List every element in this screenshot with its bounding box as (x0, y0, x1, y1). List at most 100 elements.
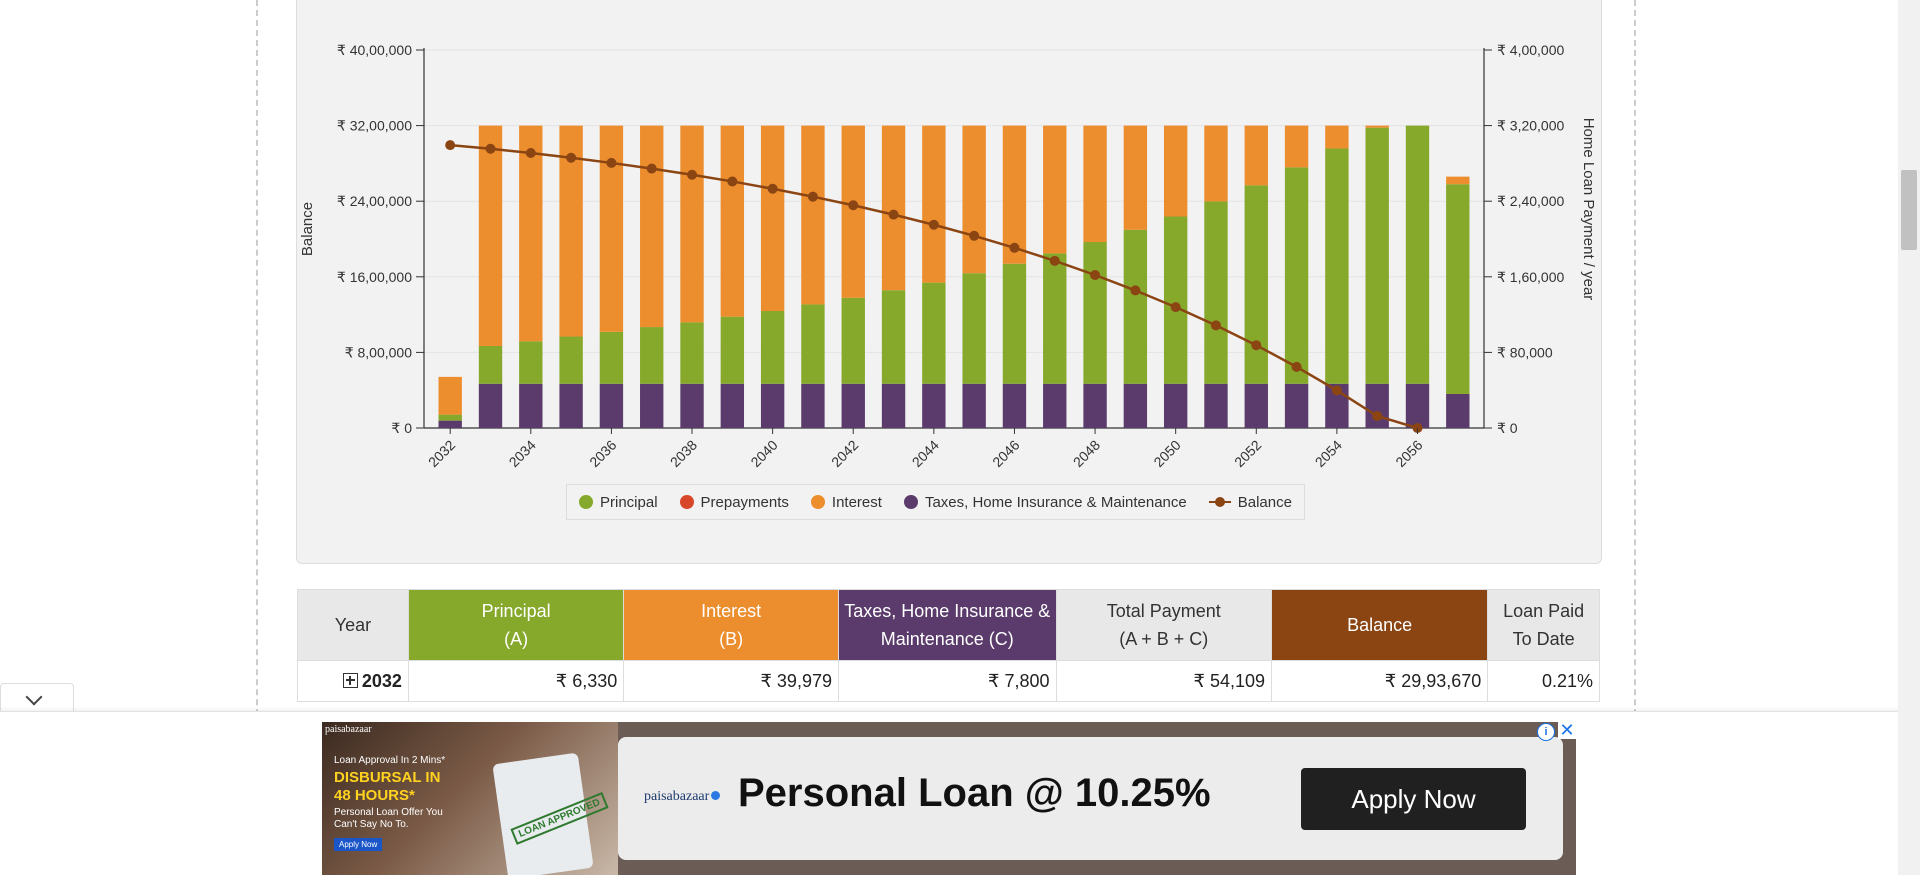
bar-segment (962, 273, 986, 384)
balance-point (566, 152, 577, 163)
bar-segment (680, 125, 704, 323)
x-tick-label: 2040 (747, 437, 780, 470)
balance-point (1251, 340, 1262, 351)
bar-segment (801, 304, 825, 384)
balance-point (767, 183, 778, 194)
right-tick-label: ₹ 3,20,000 (1497, 118, 1565, 134)
right-tick-label: ₹ 4,00,000 (1497, 42, 1565, 58)
x-tick-label: 2042 (828, 437, 861, 470)
bar-segment (680, 322, 704, 384)
bar-segment (1365, 125, 1389, 128)
x-tick-label: 2034 (506, 437, 539, 470)
balance-point (1009, 242, 1020, 253)
bar-segment (559, 383, 583, 428)
x-tick-label: 2046 (989, 437, 1022, 470)
left-axis-title: Balance (299, 202, 316, 256)
x-tick-label: 2032 (425, 437, 458, 470)
bar-segment (1446, 393, 1470, 428)
legend-label: Interest (831, 493, 882, 511)
x-tick-label: 2038 (667, 437, 700, 470)
legend-item-interest[interactable]: Interest (810, 493, 882, 511)
interest-swatch-icon (810, 495, 825, 509)
right-tick-label: ₹ 1,60,000 (1497, 269, 1565, 285)
bar-segment (519, 383, 543, 428)
bar-segment (559, 336, 583, 384)
bar-segment (1244, 125, 1268, 186)
ad-headline: Personal Loan @ 10.25% (738, 771, 1211, 815)
ad-image-panel[interactable]: paisabazaar Loan Approval In 2 Mins* DIS… (322, 722, 618, 875)
legend-item-taxes[interactable]: Taxes, Home Insurance & Maintenance (903, 493, 1187, 511)
x-tick-label: 2036 (586, 437, 619, 470)
bar-segment (841, 383, 865, 428)
bar-segment (881, 290, 906, 384)
principal-swatch-icon (579, 495, 593, 509)
bar-segment (1446, 176, 1470, 185)
left-tick-label: ₹ 8,00,000 (345, 344, 413, 360)
table-header-row: Year Principal (A) Interest (B) Taxes, Hom… (297, 589, 1600, 661)
ad-banner[interactable]: paisabazaar Loan Approval In 2 Mins* DIS… (322, 722, 1576, 875)
right-tick-label: ₹ 80,000 (1497, 344, 1553, 360)
bar-segment (1325, 125, 1349, 149)
x-tick-label: 2048 (1070, 437, 1103, 470)
x-tick-label: 2050 (1150, 437, 1183, 470)
x-tick-label: 2044 (909, 437, 942, 470)
balance-point (1130, 285, 1141, 296)
balance-point (525, 148, 536, 159)
bar-segment (1325, 148, 1349, 384)
bar-segment (720, 125, 745, 317)
legend-item-principal[interactable]: Principal (579, 494, 658, 511)
balance-point (445, 140, 456, 151)
left-tick-label: ₹ 0 (391, 420, 412, 436)
ad-small-apply-button[interactable]: Apply Now (334, 838, 383, 851)
bar-segment (1043, 253, 1067, 384)
ad-info-icon[interactable]: i (1537, 723, 1555, 741)
bar-segment (438, 376, 462, 415)
scrollbar-track[interactable] (1898, 0, 1920, 875)
expand-icon[interactable] (342, 672, 358, 688)
apply-now-button[interactable]: Apply Now (1301, 768, 1526, 830)
legend-item-balance[interactable]: Balance (1208, 494, 1292, 511)
bar-segment (640, 383, 664, 428)
bar-segment (841, 297, 865, 384)
legend-label: Principal (600, 493, 658, 511)
loan-paid-cell: 0.21% (1487, 660, 1600, 702)
bar-segment (478, 383, 503, 428)
balance-point (848, 200, 859, 211)
bar-segment (1043, 383, 1067, 428)
bar-segment (519, 341, 543, 384)
right-tick-label: ₹ 0 (1497, 420, 1518, 436)
bar-segment (1284, 383, 1309, 428)
header-taxes: Taxes, Home Insurance & Maintenance (C) (837, 589, 1057, 661)
ad-content[interactable]: paisabazaar Personal Loan @ 10.25% Apply… (618, 737, 1563, 860)
bar-segment (1365, 127, 1389, 384)
balance-point (1090, 270, 1101, 281)
bar-segment (640, 327, 664, 384)
header-loan-paid: Loan Paid To Date (1487, 589, 1600, 661)
bar-segment (922, 383, 946, 428)
right-axis-title: Home Loan Payment / year (1580, 118, 1597, 301)
balance-point (687, 169, 698, 180)
bar-segment (760, 125, 785, 312)
balance-point (1049, 255, 1060, 266)
bar-segment (640, 125, 664, 328)
ad-close-icon[interactable]: ✕ (1558, 721, 1576, 739)
x-tick-label: 2056 (1392, 437, 1425, 470)
legend-item-prepayments[interactable]: Prepayments (679, 494, 789, 511)
legend-label: Taxes, Home Insurance & Maintenance (924, 493, 1187, 511)
bar-segment (1446, 184, 1470, 394)
year-cell[interactable]: 2032 (297, 660, 409, 702)
balance-point (1372, 410, 1383, 421)
bar-segment (599, 331, 624, 384)
ad-collapse-toggle[interactable] (0, 683, 74, 714)
balance-point (807, 191, 818, 202)
amortization-table: Year Principal (A) Interest (B) Taxes, Hom… (297, 589, 1600, 702)
bar-segment (1043, 125, 1067, 254)
bar-segment (1083, 383, 1107, 428)
bar-segment (881, 383, 906, 428)
ad-brand-logo: paisabazaar (644, 789, 721, 805)
scrollbar-thumb[interactable] (1901, 170, 1917, 250)
bar-segment (922, 125, 946, 283)
bar-segment (1123, 125, 1148, 230)
ad-line3: Personal Loan Offer You Can't Say No To. (334, 807, 443, 830)
bar-segment (1002, 263, 1027, 384)
